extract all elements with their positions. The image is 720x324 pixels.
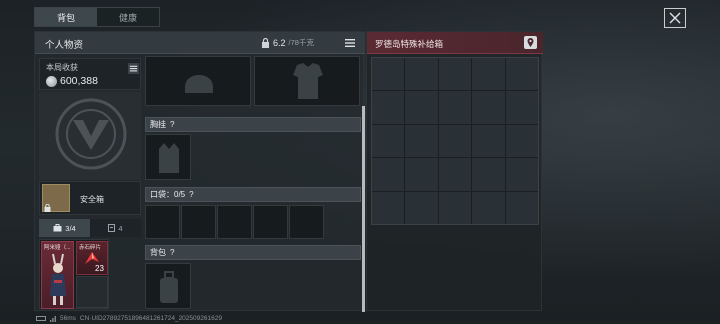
grid-cell[interactable]	[372, 158, 405, 191]
chest-rig-header: 胸挂 ?	[145, 117, 361, 132]
grid-cell[interactable]	[438, 124, 472, 158]
backpack-icon	[160, 271, 178, 303]
backpack-slot[interactable]	[145, 263, 191, 309]
grid-cell[interactable]	[472, 91, 505, 124]
backpack-icon	[53, 224, 62, 232]
item-name: 阿米娅（...	[44, 245, 71, 251]
weight-max: /78千克	[288, 38, 314, 47]
chest-rig-label: 胸挂	[150, 120, 166, 129]
tab-backpack[interactable]: 背包	[35, 8, 97, 26]
supply-box-panel: 罗德岛特殊补给箱	[366, 31, 543, 311]
bag-tabs: 3/4 4	[39, 219, 141, 237]
status-bar: 56ms CN·UID2789275189648126172​4_2025092…	[36, 315, 222, 322]
pocket-slot[interactable]	[217, 205, 252, 239]
helmet-icon	[185, 75, 213, 93]
character-figure-icon	[50, 253, 66, 305]
tab-health[interactable]: 健康	[97, 8, 159, 26]
lock-icon	[44, 204, 51, 212]
help-icon[interactable]: ?	[170, 248, 174, 257]
grid-cell[interactable]	[405, 158, 438, 191]
operator-slot[interactable]	[39, 92, 141, 180]
grid-cell[interactable]	[405, 91, 438, 124]
grid-cell[interactable]	[472, 58, 505, 91]
ping-value: 56ms	[60, 315, 76, 322]
pocket-slot[interactable]	[145, 205, 180, 239]
grid-cell[interactable]	[372, 91, 405, 124]
supply-box-title: 罗德岛特殊补给箱	[375, 39, 444, 49]
income-label: 本局收获	[46, 63, 78, 72]
help-icon[interactable]: ?	[170, 120, 174, 129]
helmet-slot[interactable]	[145, 56, 251, 106]
item-count: 23	[95, 264, 104, 273]
weight-indicator: 6.2/78千克	[261, 37, 314, 48]
grid-cell[interactable]	[438, 58, 472, 91]
supply-box-header: 罗德岛特殊补给箱	[367, 32, 543, 54]
signal-icon	[50, 315, 56, 322]
grid-cell[interactable]	[372, 191, 405, 224]
grid-cell[interactable]	[438, 91, 472, 124]
uid-text: CN·UID2789275189648126172​4_20250926​162…	[79, 315, 222, 322]
originium-item[interactable]: 赤石碎片 23	[76, 241, 108, 275]
body-armor-icon	[293, 63, 323, 99]
personal-supplies-panel: 个人物资 6.2/78千克 本局收获 600,388 安全箱 3/4 4 阿米娅…	[34, 31, 365, 312]
grid-cell[interactable]	[405, 191, 438, 224]
grid-cell[interactable]	[405, 58, 438, 91]
grid-cell[interactable]	[405, 124, 438, 158]
close-button[interactable]	[664, 8, 686, 28]
grid-cell[interactable]	[472, 124, 505, 158]
list-icon[interactable]	[128, 63, 139, 74]
supply-box-grid	[371, 57, 539, 225]
grid-cell[interactable]	[505, 91, 538, 124]
case-count: 4	[118, 223, 123, 233]
safebox-slot[interactable]: 安全箱	[39, 181, 141, 215]
rhodes-island-emblem-icon	[55, 98, 127, 170]
tab-case-items[interactable]: 4	[90, 219, 141, 237]
grid-cell[interactable]	[438, 191, 472, 224]
tab-backpack-items[interactable]: 3/4	[39, 219, 90, 237]
pocket-slot[interactable]	[289, 205, 324, 239]
pocket-slot[interactable]	[181, 205, 216, 239]
list-icon[interactable]	[344, 37, 356, 49]
inventory-grid: 阿米娅（... 赤石碎片 23	[39, 239, 109, 309]
location-button[interactable]	[524, 36, 537, 49]
panel-title: 个人物资	[45, 40, 84, 51]
income-card: 本局收获 600,388	[39, 58, 141, 90]
backpack-label: 背包	[150, 248, 166, 257]
backpack-header: 背包 ?	[145, 245, 361, 260]
top-tabs: 背包 健康	[34, 7, 160, 27]
close-icon	[669, 12, 681, 24]
panel-header: 个人物资 6.2/78千克	[35, 32, 365, 54]
grid-cell[interactable]	[472, 158, 505, 191]
battery-icon	[36, 316, 46, 321]
grid-cell[interactable]	[505, 58, 538, 91]
help-icon[interactable]: ?	[189, 190, 193, 199]
chest-rig-slot[interactable]	[145, 134, 191, 180]
armor-slot[interactable]	[254, 56, 360, 106]
income-value: 600,388	[60, 75, 98, 87]
pocket-slot[interactable]	[253, 205, 288, 239]
pockets-label: 口袋：0/5	[150, 190, 186, 199]
grid-cell[interactable]	[372, 124, 405, 158]
pockets-header: 口袋：0/5 ?	[145, 187, 361, 202]
operator-item[interactable]: 阿米娅（...	[41, 241, 74, 309]
grid-cell[interactable]	[438, 158, 472, 191]
chest-rig-icon	[159, 143, 179, 173]
grid-cell[interactable]	[505, 124, 538, 158]
grid-cell[interactable]	[372, 58, 405, 91]
location-pin-icon	[527, 38, 534, 47]
grid-cell[interactable]	[472, 191, 505, 224]
coin-icon	[46, 76, 57, 87]
case-icon	[108, 224, 116, 232]
lock-icon	[262, 37, 269, 48]
grid-cell[interactable]	[505, 158, 538, 191]
weight-current: 6.2	[273, 37, 286, 48]
scrollbar[interactable]	[362, 106, 365, 312]
safebox-label: 安全箱	[80, 195, 104, 204]
grid-cell[interactable]	[505, 191, 538, 224]
empty-slot[interactable]	[76, 276, 108, 308]
backpack-count: 3/4	[65, 223, 76, 233]
